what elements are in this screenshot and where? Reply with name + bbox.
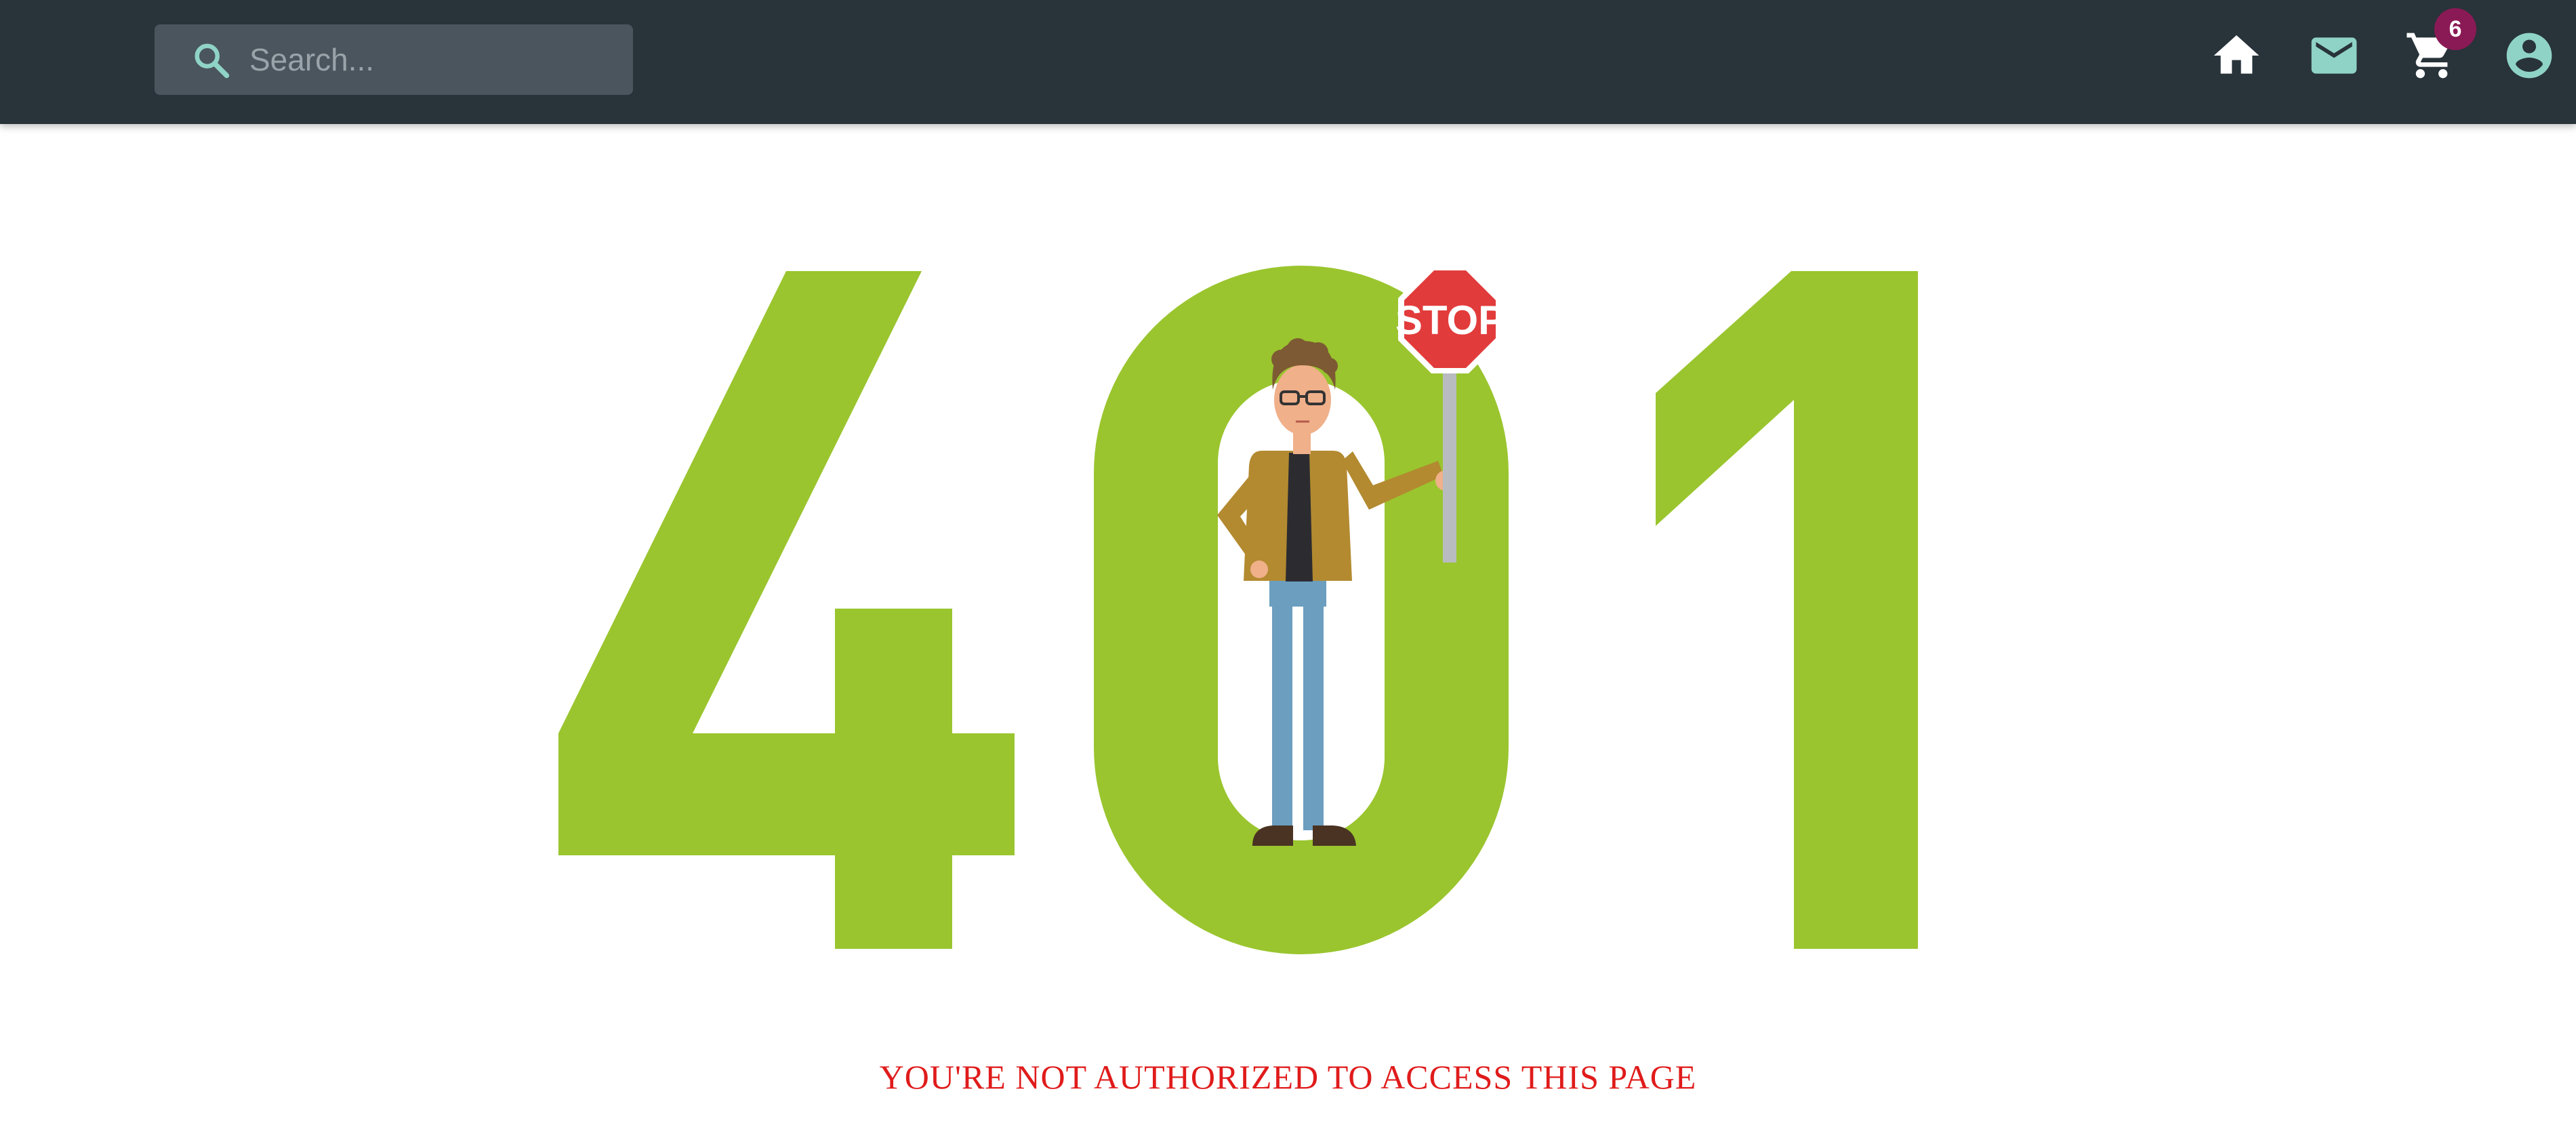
error-message: YOU'RE NOT AUTHORIZED TO ACCESS THIS PAG… — [879, 1058, 1697, 1096]
error-illustration: STOP — [558, 264, 1918, 954]
mail-icon — [2311, 37, 2357, 74]
search-icon — [195, 43, 230, 79]
home-button[interactable] — [2209, 28, 2264, 83]
search-input[interactable] — [249, 24, 615, 95]
cart-count-badge: 6 — [2434, 8, 2476, 50]
account-button[interactable] — [2502, 28, 2556, 83]
messages-button[interactable] — [2307, 28, 2361, 83]
digit-four — [558, 271, 1015, 949]
top-navbar: 6 — [0, 0, 2576, 124]
account-icon — [2506, 33, 2552, 79]
digit-one — [1656, 271, 1918, 949]
home-icon — [2213, 35, 2260, 74]
search-box[interactable] — [155, 24, 633, 95]
stop-sign-text: STOP — [1395, 298, 1505, 343]
